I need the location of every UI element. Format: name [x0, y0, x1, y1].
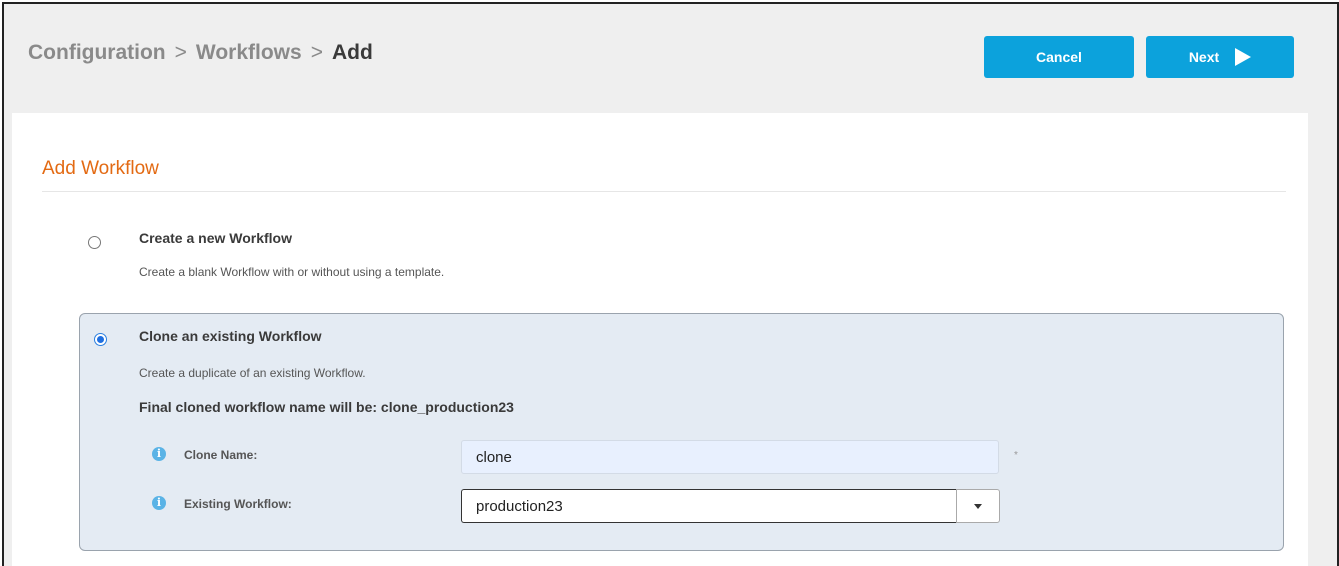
cancel-button-label: Cancel: [1036, 49, 1082, 65]
required-mark: *: [1014, 450, 1018, 461]
option-clone-existing-title: Clone an existing Workflow: [139, 328, 322, 344]
radio-clone-existing[interactable]: [94, 333, 107, 346]
next-button-label: Next: [1188, 49, 1220, 65]
clone-option-box: Clone an existing Workflow Create a dupl…: [79, 313, 1284, 551]
info-icon[interactable]: i: [152, 447, 166, 461]
caret-down-icon: [974, 503, 982, 509]
clone-name-label: Clone Name:: [184, 448, 258, 462]
option-create-new-title: Create a new Workflow: [139, 230, 293, 246]
play-icon: [1235, 48, 1252, 66]
breadcrumb-item-configuration[interactable]: Configuration: [28, 41, 166, 64]
main-panel: Add Workflow Create a new Workflow Creat…: [12, 113, 1308, 566]
existing-workflow-select[interactable]: [461, 489, 956, 523]
breadcrumb-separator: >: [310, 41, 323, 64]
app-frame: Configuration > Workflows > Add Cancel Next …: [2, 2, 1339, 566]
radio-create-new[interactable]: [88, 236, 101, 249]
info-icon[interactable]: i: [152, 496, 166, 510]
page-header: Configuration > Workflows > Add Cancel Next: [4, 4, 1337, 92]
breadcrumb-item-workflows[interactable]: Workflows: [196, 41, 302, 64]
existing-workflow-dropdown-button[interactable]: [956, 489, 1000, 523]
final-clone-name-text: Final cloned workflow name will be: clon…: [139, 399, 514, 415]
option-clone-existing-description: Create a duplicate of an existing Workfl…: [139, 366, 366, 380]
section-title: Add Workflow: [42, 158, 159, 179]
breadcrumb-current: Add: [331, 41, 373, 64]
breadcrumb: Configuration > Workflows > Add: [28, 41, 373, 65]
breadcrumb-separator: >: [174, 41, 187, 64]
cancel-button[interactable]: Cancel: [984, 36, 1134, 78]
option-create-new-description: Create a blank Workflow with or without …: [139, 265, 445, 279]
next-button[interactable]: Next: [1146, 36, 1294, 78]
divider: [42, 191, 1286, 192]
existing-workflow-label: Existing Workflow:: [184, 497, 292, 511]
clone-name-input[interactable]: [461, 440, 999, 474]
